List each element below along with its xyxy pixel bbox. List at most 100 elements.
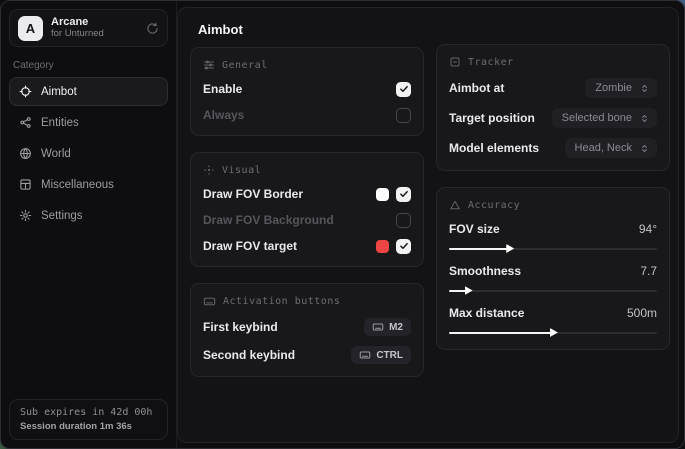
setting-row-fov-target: Draw FOV target: [203, 238, 411, 254]
section-title: General: [222, 60, 268, 71]
setting-label: Smoothness: [449, 264, 521, 278]
nodes-icon: [19, 116, 32, 129]
smoothness-setting: Smoothness 7.7: [449, 264, 657, 295]
app-logo: A: [18, 16, 43, 41]
enable-checkbox[interactable]: [396, 82, 411, 97]
sidebar-item-label: Settings: [41, 210, 83, 222]
sidebar-item-entities[interactable]: Entities: [9, 108, 168, 137]
max-distance-value: 500m: [627, 306, 657, 320]
main-panel: Aimbot General Enable: [177, 7, 679, 443]
target-position-dropdown[interactable]: Selected bone: [552, 108, 657, 128]
unfold-icon: [639, 113, 650, 124]
always-checkbox[interactable]: [396, 108, 411, 123]
setting-row-fov-border: Draw FOV Border: [203, 186, 411, 202]
sidebar-item-world[interactable]: World: [9, 139, 168, 168]
model-elements-dropdown[interactable]: Head, Neck: [565, 138, 657, 158]
setting-row-model-elements: Model elements Head, Neck: [449, 138, 657, 158]
setting-label: Draw FOV Border: [203, 187, 303, 201]
slider-thumb[interactable]: [506, 244, 514, 253]
keybind-value: M2: [389, 322, 403, 333]
aimbot-at-dropdown[interactable]: Zombie: [585, 78, 657, 98]
app-subtitle: for Unturned: [51, 29, 104, 40]
page-title: Aimbot: [198, 22, 243, 37]
max-distance-slider[interactable]: [449, 328, 657, 337]
subscription-status-card: Sub expires in 42d 00h Session duration …: [9, 399, 168, 440]
slider-thumb[interactable]: [465, 286, 473, 295]
first-keybind-button[interactable]: M2: [364, 318, 411, 336]
max-distance-setting: Max distance 500m: [449, 306, 657, 337]
keybind-value: CTRL: [376, 350, 403, 361]
setting-label: FOV size: [449, 222, 500, 236]
slider-thumb[interactable]: [550, 328, 558, 337]
sidebar: A Arcane for Unturned Category Aimbot En…: [1, 1, 177, 448]
keyboard-icon: [372, 321, 384, 333]
setting-label: Enable: [203, 82, 242, 96]
crosshair-icon: [19, 85, 32, 98]
app-name: Arcane: [51, 16, 104, 29]
setting-row-always: Always: [203, 107, 411, 123]
tracker-card: Tracker Aimbot at Zombie Target pos: [436, 44, 670, 171]
fov-size-slider[interactable]: [449, 244, 657, 253]
setting-label: First keybind: [203, 320, 278, 334]
category-label: Category: [13, 60, 164, 71]
visual-card: Visual Draw FOV Border Draw FOV Backgrou…: [190, 152, 424, 267]
app-window: A Arcane for Unturned Category Aimbot En…: [0, 0, 685, 449]
fov-size-setting: FOV size 94°: [449, 222, 657, 253]
keyboard-icon: [203, 295, 216, 308]
sidebar-item-settings[interactable]: Settings: [9, 201, 168, 230]
setting-label: Draw FOV target: [203, 239, 297, 253]
setting-row-fov-background: Draw FOV Background: [203, 212, 411, 228]
gear-icon: [19, 209, 32, 222]
setting-label: Target position: [449, 111, 535, 125]
setting-label: Aimbot at: [449, 81, 504, 95]
brand-card: A Arcane for Unturned: [9, 9, 168, 47]
sidebar-item-label: Aimbot: [41, 86, 77, 98]
panel-minus-icon: [449, 56, 461, 68]
fov-border-color-swatch[interactable]: [376, 188, 389, 201]
layout-icon: [19, 178, 32, 191]
setting-label: Max distance: [449, 306, 524, 320]
fov-background-checkbox[interactable]: [396, 213, 411, 228]
sidebar-item-aimbot[interactable]: Aimbot: [9, 77, 168, 106]
accuracy-card: Accuracy FOV size 94° Smoothness 7.7: [436, 187, 670, 350]
setting-row-target-position: Target position Selected bone: [449, 108, 657, 128]
sidebar-item-miscellaneous[interactable]: Miscellaneous: [9, 170, 168, 199]
triangle-icon: [449, 199, 461, 211]
setting-label: Always: [203, 108, 244, 122]
section-title: Tracker: [468, 57, 514, 68]
sparkle-icon: [203, 164, 215, 176]
setting-row-aimbot-at: Aimbot at Zombie: [449, 78, 657, 98]
fov-target-color-swatch[interactable]: [376, 240, 389, 253]
session-duration-text: Session duration 1m 36s: [20, 421, 157, 432]
setting-label: Second keybind: [203, 348, 295, 362]
section-title: Accuracy: [468, 200, 520, 211]
activation-card: Activation buttons First keybind M2: [190, 283, 424, 377]
sidebar-item-label: Miscellaneous: [41, 179, 114, 191]
dropdown-value: Zombie: [595, 82, 632, 94]
dropdown-value: Head, Neck: [575, 142, 632, 154]
sliders-icon: [203, 59, 215, 71]
smoothness-slider[interactable]: [449, 286, 657, 295]
setting-row-second-keybind: Second keybind CTRL: [203, 346, 411, 364]
sidebar-item-label: World: [41, 148, 71, 160]
setting-label: Model elements: [449, 141, 539, 155]
fov-border-checkbox[interactable]: [396, 187, 411, 202]
fov-size-value: 94°: [639, 222, 657, 236]
setting-row-enable: Enable: [203, 81, 411, 97]
section-title: Visual: [222, 165, 261, 176]
unfold-icon: [639, 83, 650, 94]
section-title: Activation buttons: [223, 296, 340, 307]
globe-icon: [19, 147, 32, 160]
dropdown-value: Selected bone: [562, 112, 632, 124]
unfold-icon: [639, 143, 650, 154]
fov-target-checkbox[interactable]: [396, 239, 411, 254]
sub-expiry-text: Sub expires in 42d 00h: [20, 407, 157, 418]
sidebar-item-label: Entities: [41, 117, 79, 129]
refresh-icon[interactable]: [146, 22, 159, 35]
setting-row-first-keybind: First keybind M2: [203, 318, 411, 336]
second-keybind-button[interactable]: CTRL: [351, 346, 411, 364]
smoothness-value: 7.7: [640, 264, 657, 278]
keyboard-icon: [359, 349, 371, 361]
general-card: General Enable Always: [190, 47, 424, 136]
setting-label: Draw FOV Background: [203, 213, 334, 227]
